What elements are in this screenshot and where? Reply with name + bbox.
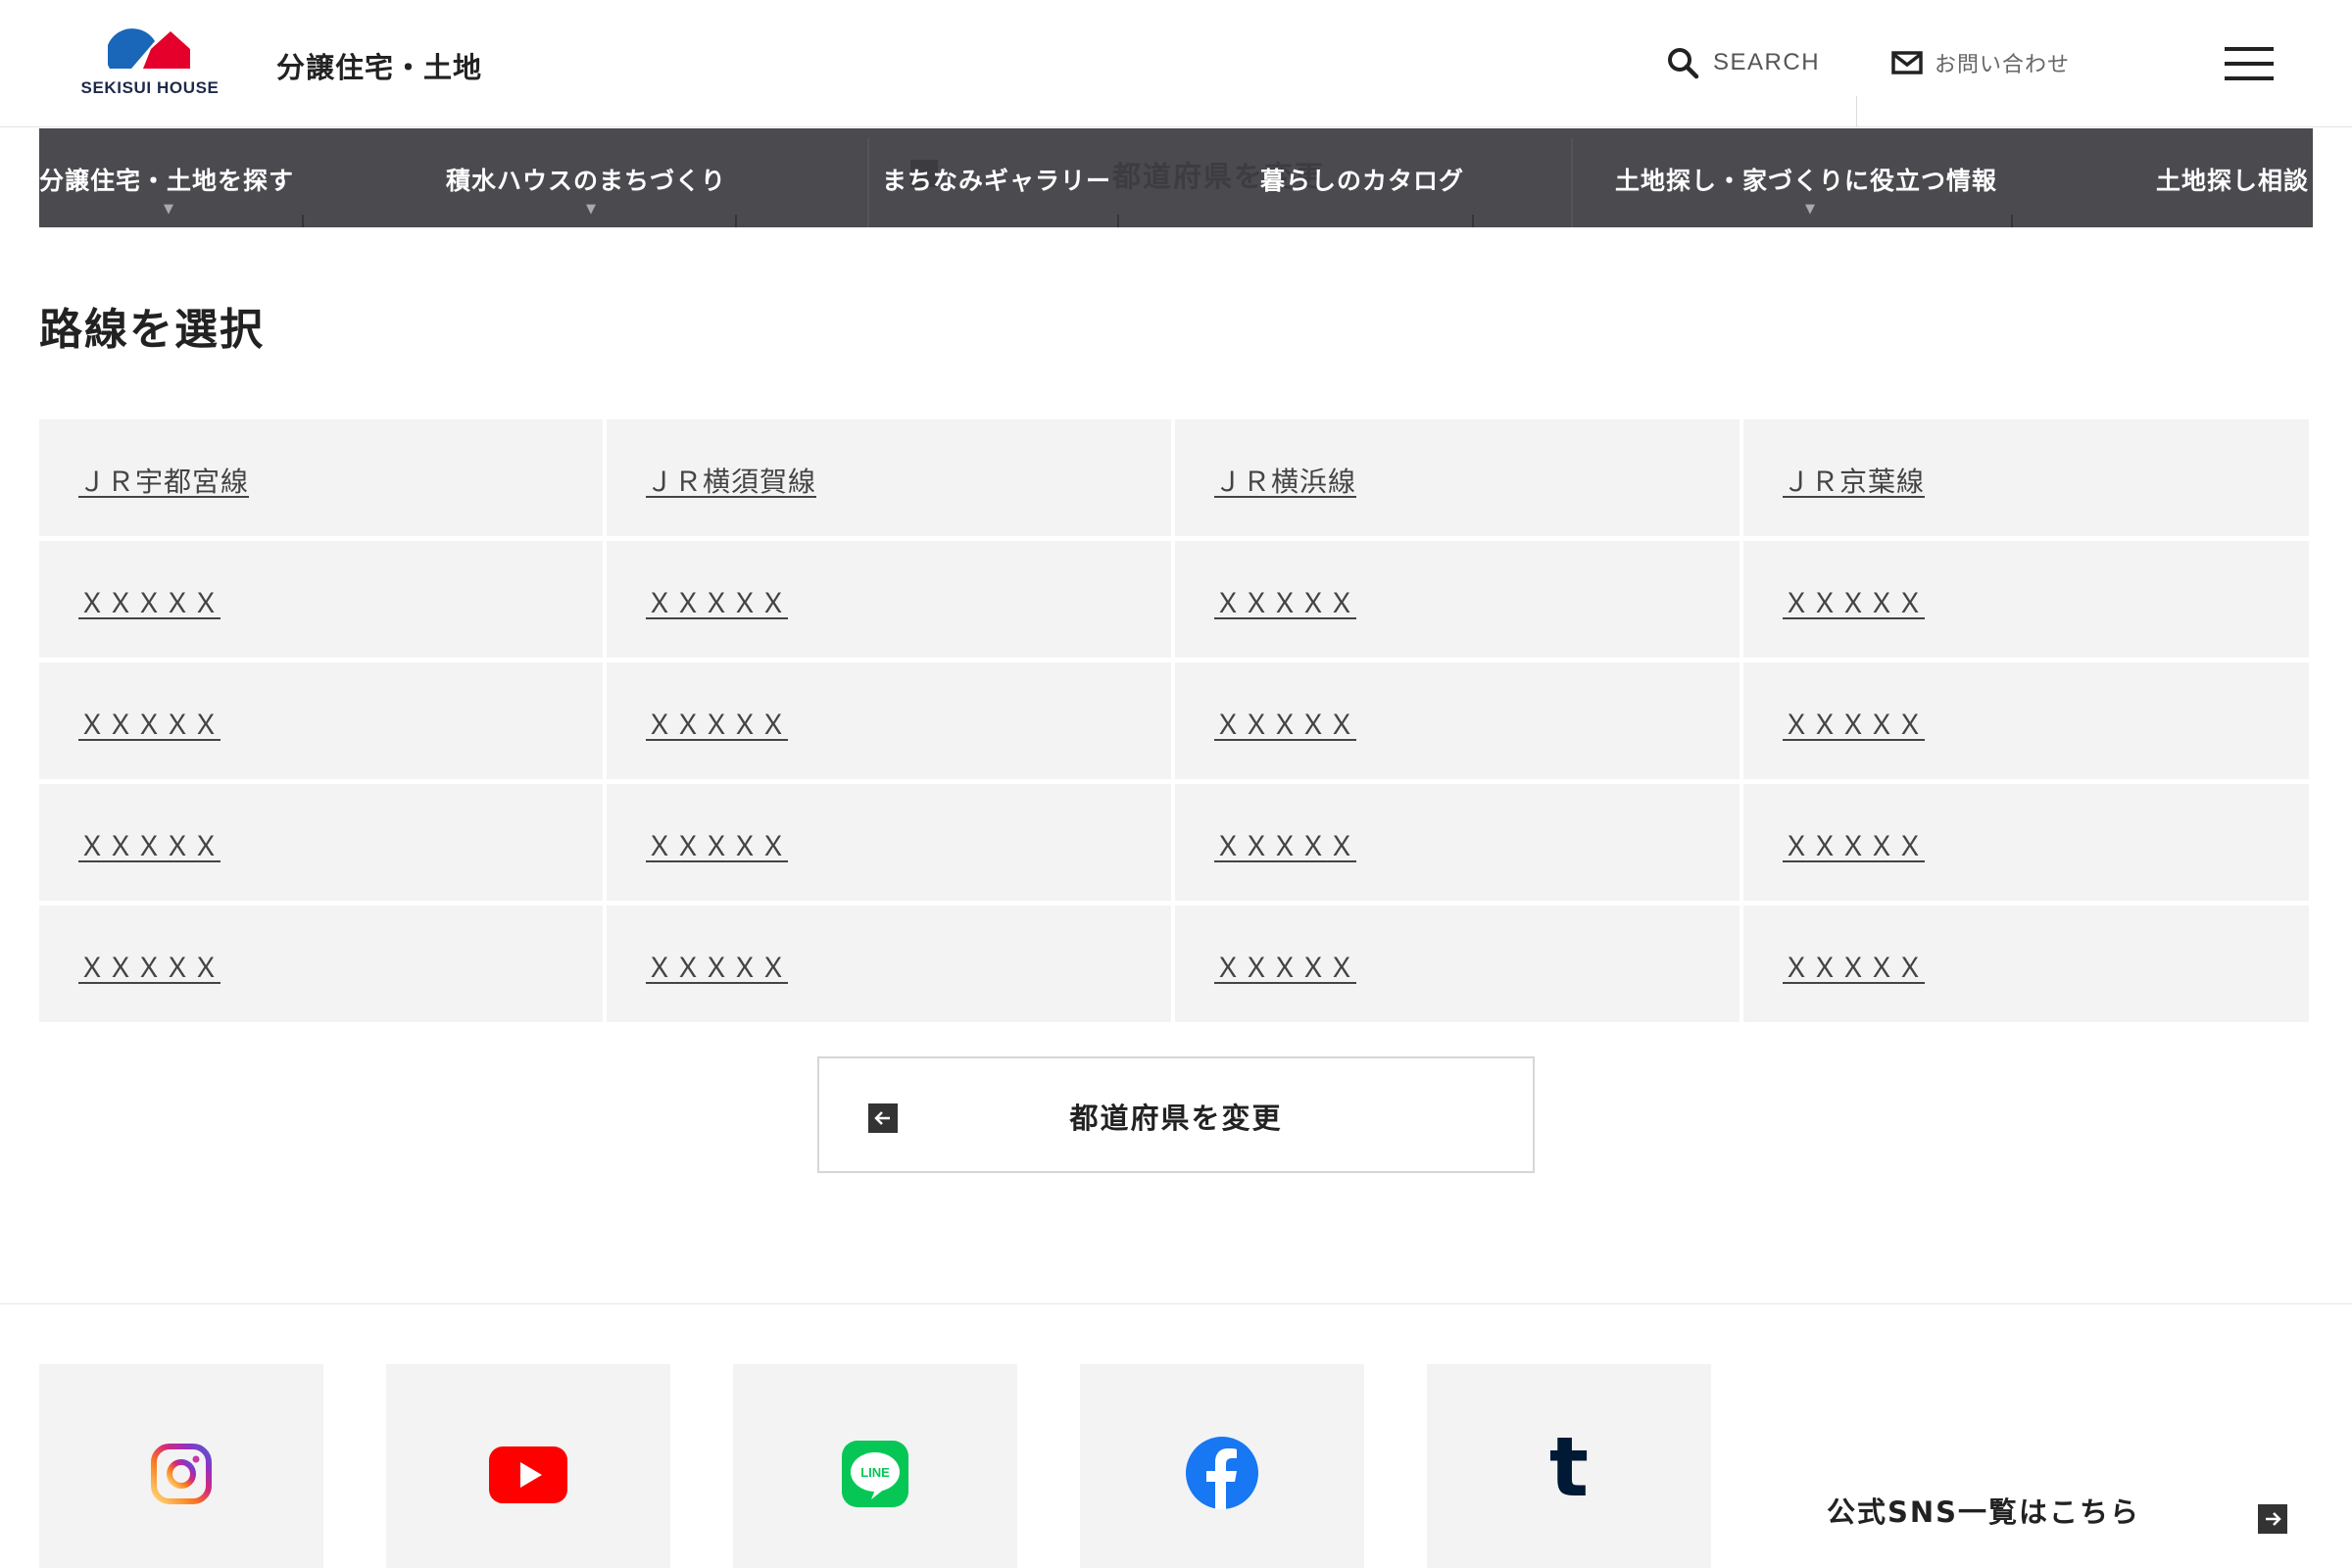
logo-mark xyxy=(108,28,190,69)
nav-item-consultation[interactable]: 土地探し相談 xyxy=(2156,128,2313,227)
nav-divider xyxy=(1117,215,1119,227)
route-link[interactable]: ＸＸＸＸＸ xyxy=(646,582,788,621)
route-cell: ＪＲ横須賀線 xyxy=(607,419,1171,536)
chevron-down-icon: ▼ xyxy=(164,202,173,217)
sns-list-link[interactable]: 公式SNS一覧はこちら xyxy=(1827,1490,2140,1531)
route-cell: ＸＸＸＸＸ xyxy=(39,662,603,779)
facebook-icon xyxy=(1186,1437,1258,1509)
route-cell: ＸＸＸＸＸ xyxy=(607,662,1171,779)
nav-item-machizukuri[interactable]: 積水ハウスのまちづくり ▼ xyxy=(446,128,769,227)
route-cell: ＪＲ京葉線 xyxy=(1743,419,2309,536)
search-label: SEARCH xyxy=(1713,49,1821,75)
tumblr-icon: t xyxy=(1549,1431,1589,1503)
svg-text:t: t xyxy=(1549,1431,1589,1503)
sekisui-house-logo[interactable]: SEKISUI HOUSE xyxy=(76,27,223,98)
route-cell: ＪＲ宇都宮線 xyxy=(39,419,603,536)
route-cell: ＸＸＸＸＸ xyxy=(1743,662,2309,779)
route-link[interactable]: ＸＸＸＸＸ xyxy=(1783,704,1925,743)
nav-item-search-homes[interactable]: 分譲住宅・土地を探す ▼ xyxy=(39,128,304,227)
mail-icon xyxy=(1891,51,1923,74)
chevron-down-icon: ▼ xyxy=(1805,202,1815,217)
route-link[interactable]: ＸＸＸＸＸ xyxy=(1214,582,1356,621)
global-nav: 都道府県を変更 分譲住宅・土地を探す ▼ 積水ハウスのまちづくり ▼ まちなみギ… xyxy=(39,128,2313,227)
footer-divider xyxy=(0,1303,2352,1304)
nav-divider xyxy=(735,215,737,227)
route-link[interactable]: ＸＸＸＸＸ xyxy=(1214,704,1356,743)
contact-label: お問い合わせ xyxy=(1935,53,2071,77)
route-cell: ＸＸＸＸＸ xyxy=(607,784,1171,901)
line-link[interactable]: LINE xyxy=(733,1364,1017,1568)
route-cell: ＸＸＸＸＸ xyxy=(39,906,603,1022)
instagram-icon xyxy=(151,1444,212,1504)
contact-link[interactable]: お問い合わせ xyxy=(1891,43,2070,82)
route-cell: ＸＸＸＸＸ xyxy=(1743,784,2309,901)
youtube-icon xyxy=(489,1446,567,1503)
route-link[interactable]: ＸＸＸＸＸ xyxy=(1783,582,1925,621)
svg-text:LINE: LINE xyxy=(860,1465,890,1480)
nav-divider xyxy=(1472,215,1474,227)
route-cell: ＪＲ横浜線 xyxy=(1175,419,1740,536)
nav-label: 暮らしのカタログ xyxy=(1260,167,1465,195)
route-cell: ＸＸＸＸＸ xyxy=(607,541,1171,658)
route-link[interactable]: ＸＸＸＸＸ xyxy=(1214,947,1356,986)
route-link[interactable]: ＪＲ京葉線 xyxy=(1783,461,1925,500)
site-title[interactable]: 分譲住宅・土地 xyxy=(276,45,482,86)
route-link[interactable]: ＸＸＸＸＸ xyxy=(78,582,220,621)
nav-label: まちなみギャラリー xyxy=(882,167,1112,195)
route-link[interactable]: ＪＲ横浜線 xyxy=(1214,461,1356,500)
route-link[interactable]: ＸＸＸＸＸ xyxy=(1783,825,1925,864)
route-cell: ＸＸＸＸＸ xyxy=(1175,906,1740,1022)
route-cell: ＸＸＸＸＸ xyxy=(39,784,603,901)
route-cell: ＸＸＸＸＸ xyxy=(1175,662,1740,779)
route-link[interactable]: ＪＲ横須賀線 xyxy=(646,461,816,500)
route-link[interactable]: ＸＸＸＸＸ xyxy=(78,825,220,864)
nav-item-catalog[interactable]: 暮らしのカタログ xyxy=(1260,128,1486,227)
route-cell: ＸＸＸＸＸ xyxy=(39,541,603,658)
route-link[interactable]: ＸＸＸＸＸ xyxy=(78,704,220,743)
route-link[interactable]: ＸＸＸＸＸ xyxy=(646,947,788,986)
route-cell: ＸＸＸＸＸ xyxy=(1175,541,1740,658)
nav-item-useful-info[interactable]: 土地探し・家づくりに役立つ情報 ▼ xyxy=(1615,128,2027,227)
route-link[interactable]: ＸＸＸＸＸ xyxy=(1214,825,1356,864)
site-header: SEKISUI HOUSE 分譲住宅・土地 SEARCH お問い合わせ xyxy=(0,0,2352,127)
route-link[interactable]: ＸＸＸＸＸ xyxy=(646,704,788,743)
route-cell: ＸＸＸＸＸ xyxy=(607,906,1171,1022)
route-cell: ＸＸＸＸＸ xyxy=(1175,784,1740,901)
arrow-right-icon[interactable] xyxy=(2258,1504,2287,1534)
nav-label: 積水ハウスのまちづくり xyxy=(446,167,727,195)
route-link[interactable]: ＸＸＸＸＸ xyxy=(1783,947,1925,986)
line-icon: LINE xyxy=(842,1441,908,1507)
search-icon xyxy=(1668,48,1699,79)
hamburger-menu-icon[interactable] xyxy=(2225,47,2274,80)
youtube-link[interactable] xyxy=(386,1364,670,1568)
change-prefecture-button[interactable]: 都道府県を変更 xyxy=(817,1056,1535,1173)
route-cell: ＸＸＸＸＸ xyxy=(1743,906,2309,1022)
page-title: 路線を選択 xyxy=(39,305,265,355)
route-grid: ＪＲ宇都宮線 ＪＲ横須賀線 ＪＲ横浜線 ＪＲ京葉線 ＸＸＸＸＸ ＸＸＸＸＸ ＸＸ… xyxy=(39,419,2309,1022)
nav-label: 土地探し・家づくりに役立つ情報 xyxy=(1615,167,1998,195)
tumblr-link[interactable]: t xyxy=(1427,1364,1711,1568)
nav-item-gallery[interactable]: まちなみギャラリー xyxy=(882,128,1137,227)
search-button[interactable]: SEARCH xyxy=(1666,43,1820,82)
change-prefecture-label: 都道府県を変更 xyxy=(1069,1102,1283,1135)
nav-divider xyxy=(302,215,304,227)
facebook-link[interactable] xyxy=(1080,1364,1364,1568)
route-link[interactable]: ＸＸＸＸＸ xyxy=(646,825,788,864)
route-cell: ＸＸＸＸＸ xyxy=(1743,541,2309,658)
header-divider xyxy=(1856,96,1857,127)
instagram-link[interactable] xyxy=(39,1364,323,1568)
chevron-down-icon: ▼ xyxy=(586,202,596,217)
nav-divider xyxy=(2011,215,2013,227)
route-link[interactable]: ＪＲ宇都宮線 xyxy=(78,461,249,500)
nav-label: 分譲住宅・土地を探す xyxy=(39,167,295,195)
route-link[interactable]: ＸＸＸＸＸ xyxy=(78,947,220,986)
nav-label: 土地探し相談 xyxy=(2156,167,2310,195)
logo-text: SEKISUI HOUSE xyxy=(80,78,220,97)
